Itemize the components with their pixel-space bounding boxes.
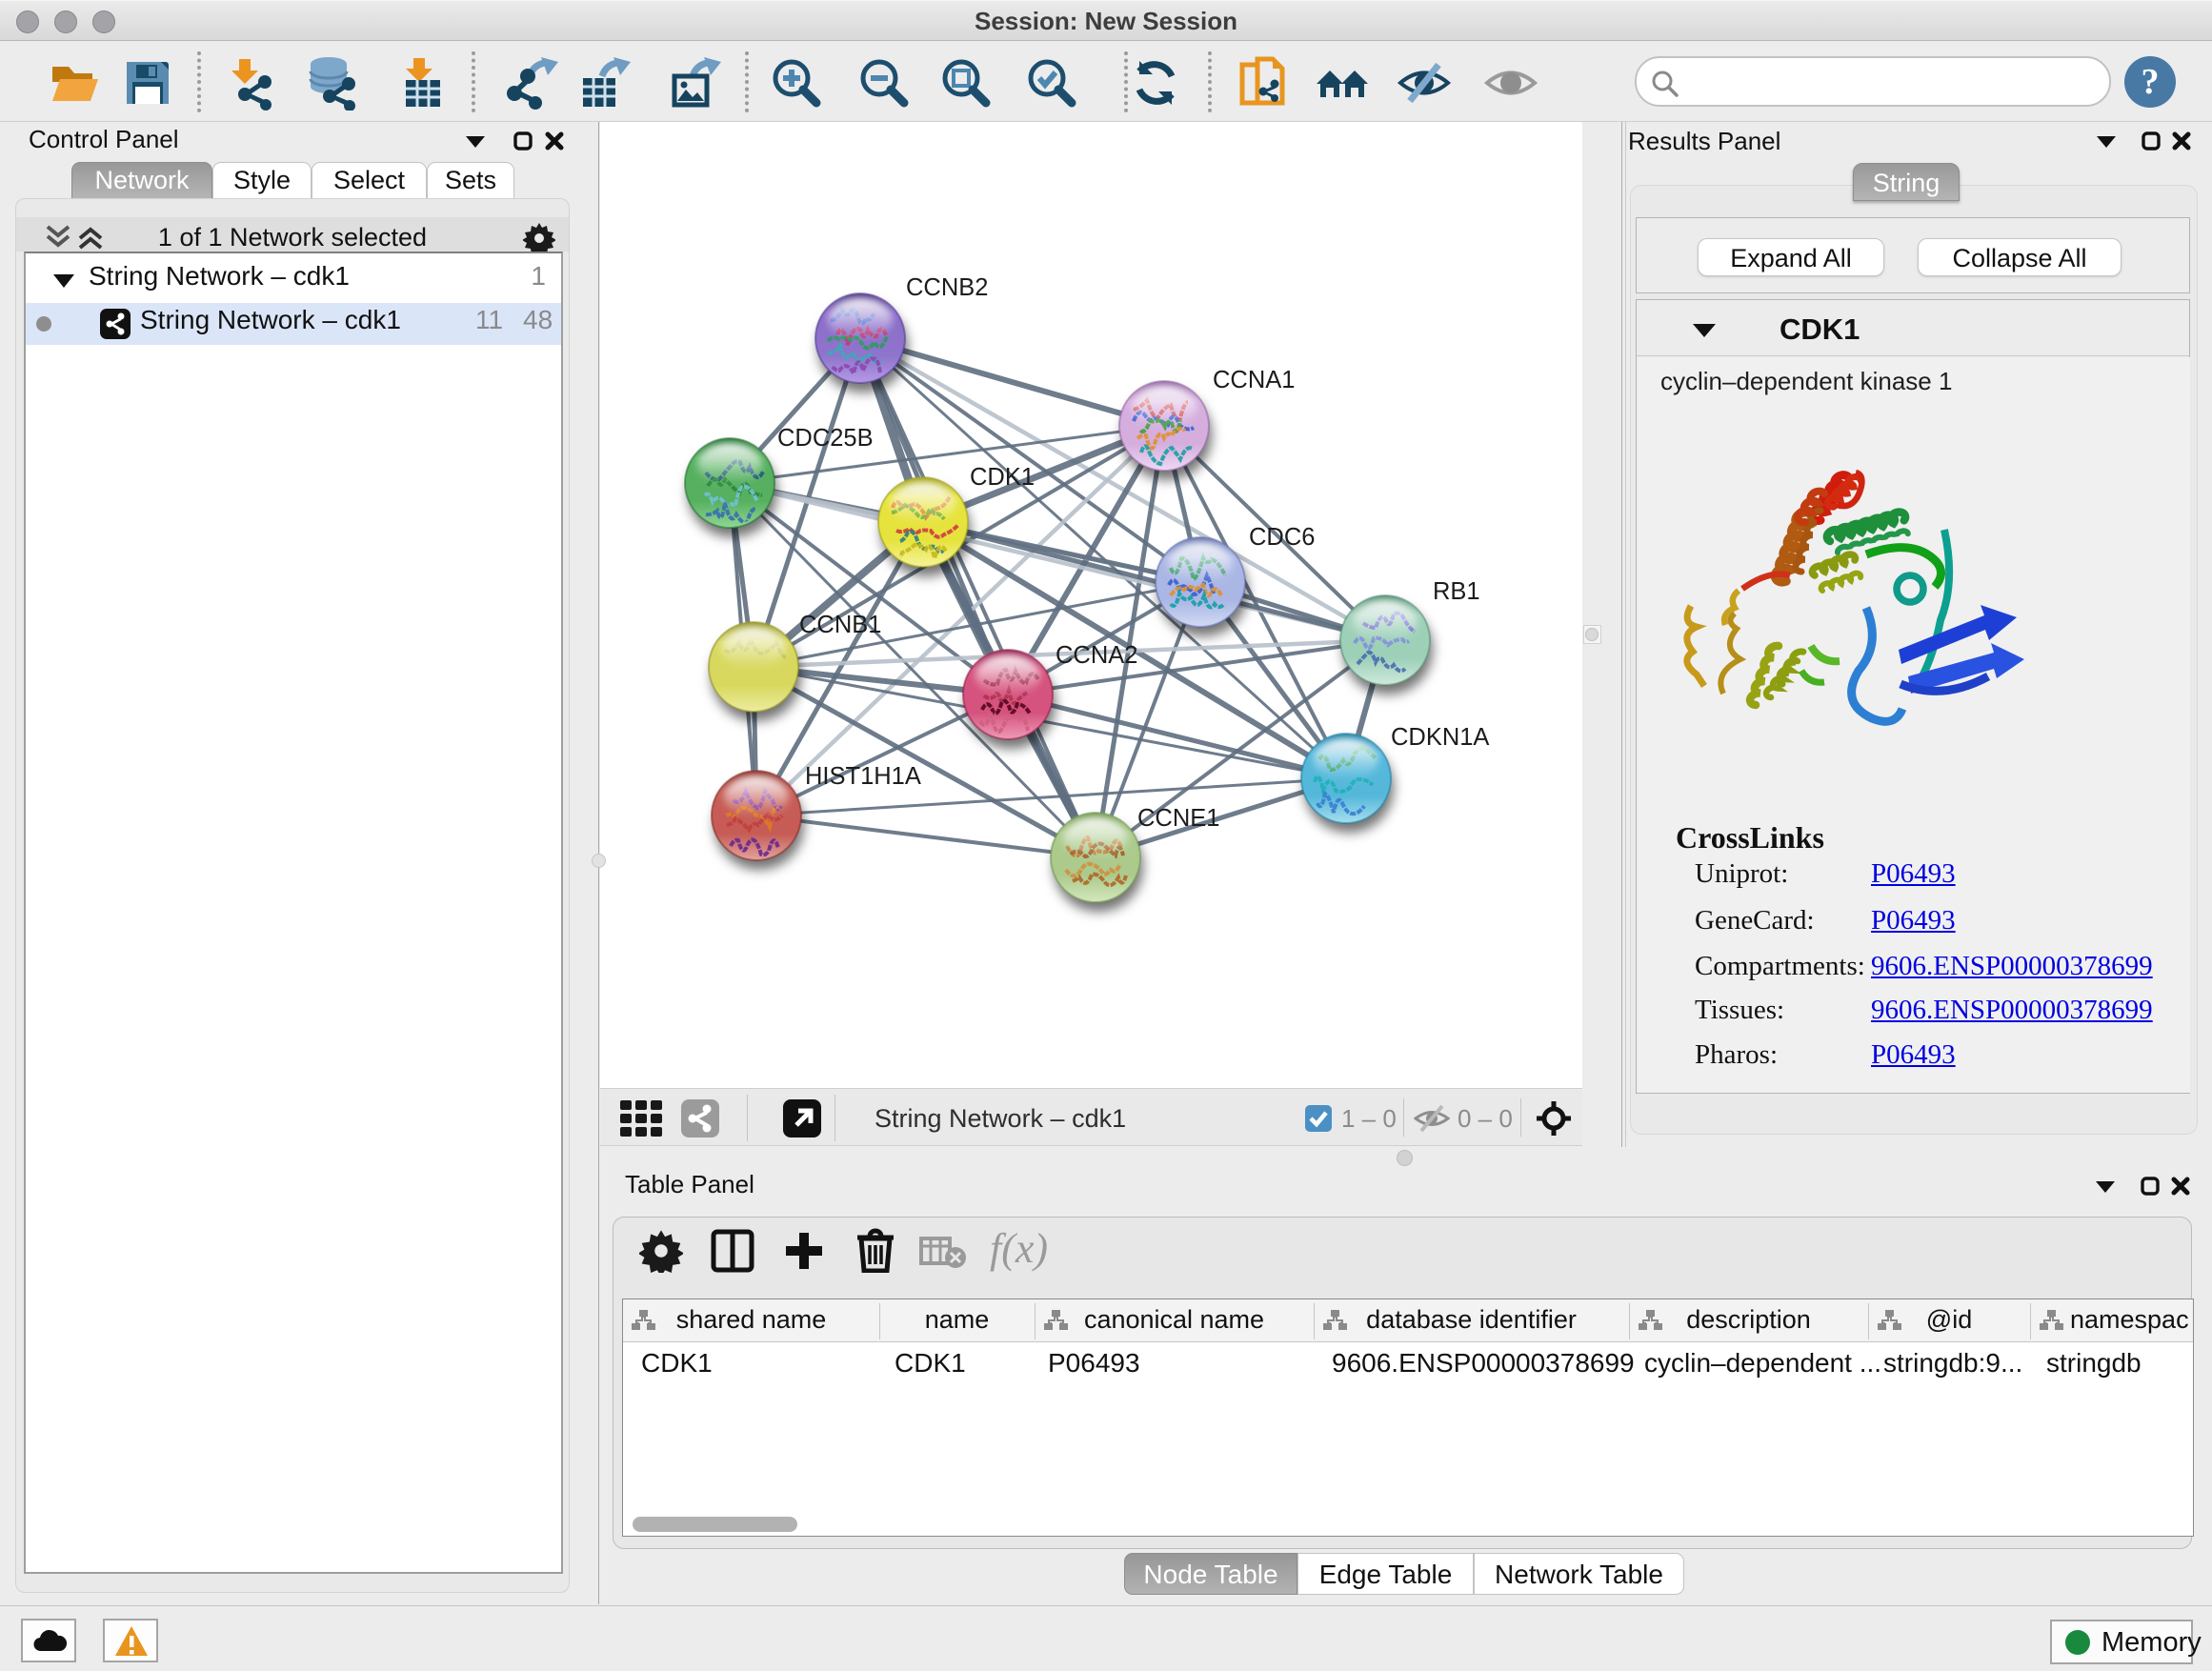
svg-text:CCNA1: CCNA1 [1213, 367, 1295, 393]
svg-text:HIST1H1A: HIST1H1A [805, 763, 921, 790]
svg-text:CCNB2: CCNB2 [906, 274, 988, 301]
svg-text:CCNB1: CCNB1 [799, 612, 881, 638]
svg-text:CDKN1A: CDKN1A [1391, 724, 1489, 751]
svg-text:CDC25B: CDC25B [777, 425, 874, 452]
svg-text:CDK1: CDK1 [970, 464, 1035, 491]
svg-text:RB1: RB1 [1433, 578, 1480, 605]
svg-text:CDC6: CDC6 [1249, 524, 1315, 551]
svg-text:CCNA2: CCNA2 [1056, 642, 1137, 669]
svg-text:CCNE1: CCNE1 [1137, 805, 1219, 832]
